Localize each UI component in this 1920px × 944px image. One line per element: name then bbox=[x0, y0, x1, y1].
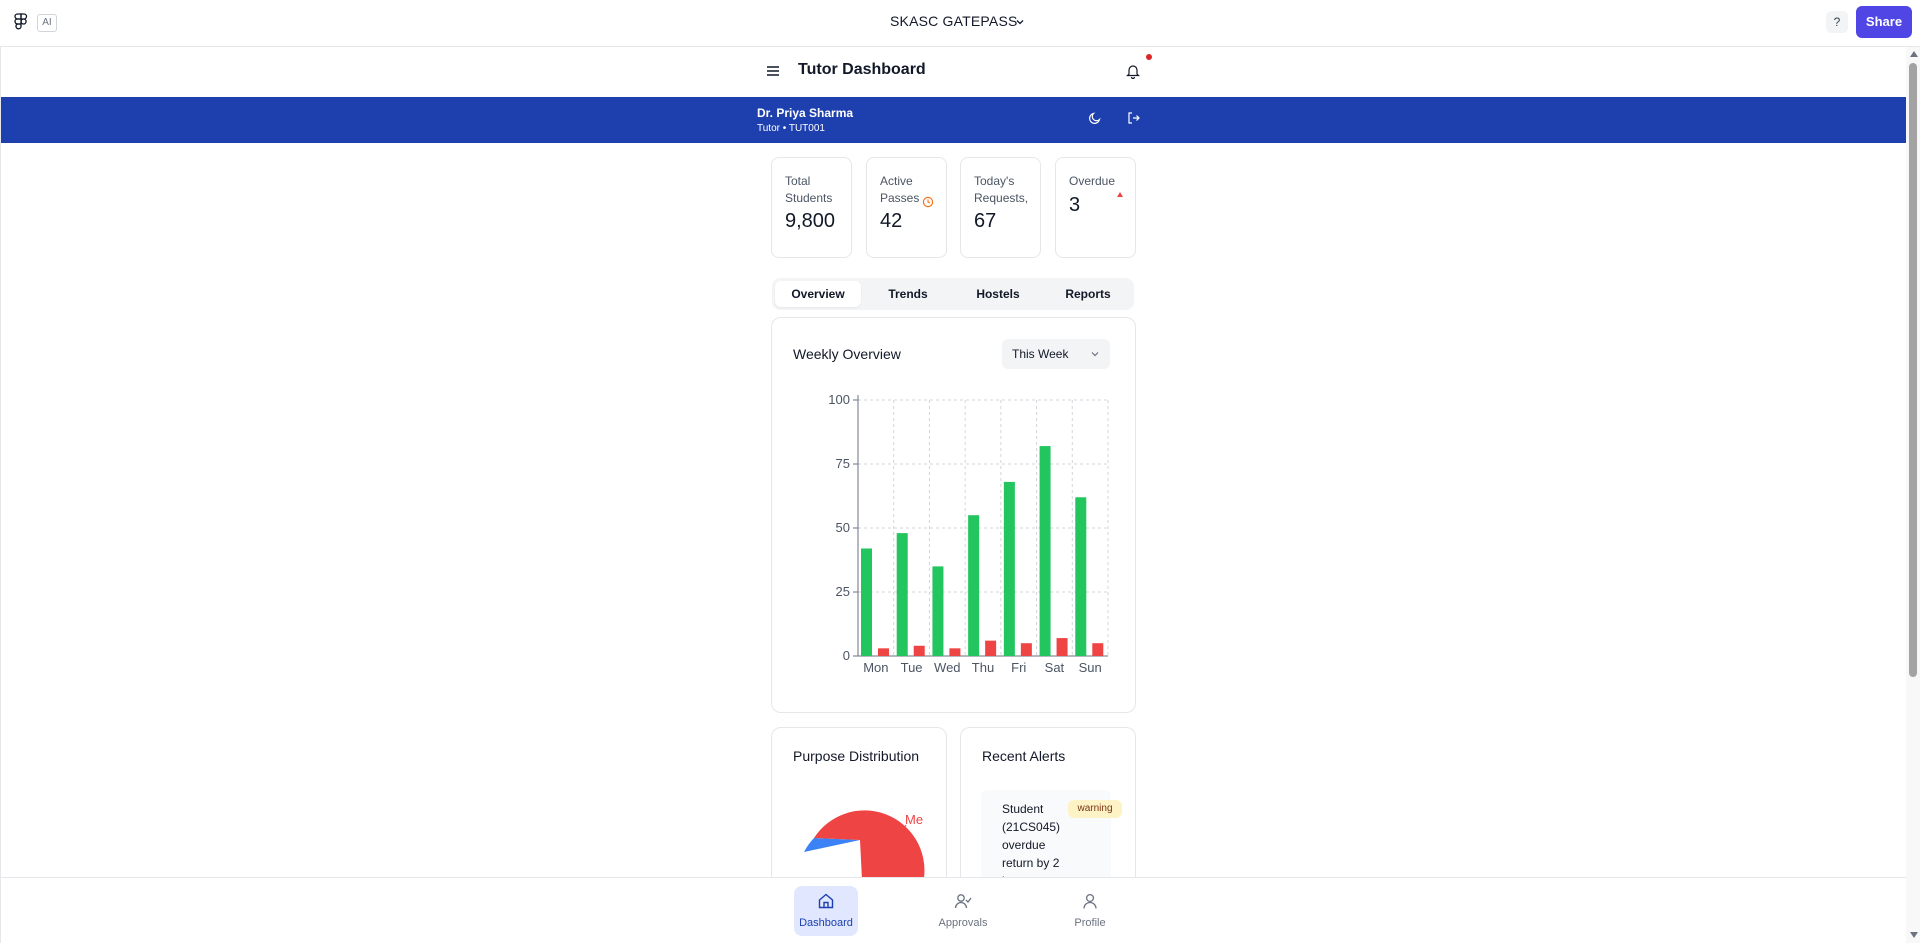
y-tick-label: 100 bbox=[828, 392, 850, 407]
help-button[interactable]: ? bbox=[1826, 11, 1848, 33]
scroll-down-arrow[interactable] bbox=[1910, 932, 1918, 938]
x-tick-label: Thu bbox=[972, 660, 994, 675]
stat-card-active-passes: Active Passes 42 bbox=[866, 157, 947, 258]
ai-badge[interactable]: AI bbox=[37, 14, 57, 32]
purpose-pie-chart bbox=[804, 810, 925, 880]
bar-sat-series-1 bbox=[1039, 446, 1051, 656]
x-tick-label: Mon bbox=[863, 660, 888, 675]
stat-value: 3 bbox=[1069, 194, 1081, 216]
nav-label: Approvals bbox=[938, 917, 988, 929]
moon-icon[interactable] bbox=[1088, 111, 1102, 125]
bar-fri-series-2 bbox=[1020, 643, 1032, 656]
y-tick-label: 25 bbox=[836, 584, 850, 599]
x-tick-label: Sat bbox=[1045, 660, 1065, 675]
bar-thu-series-2 bbox=[985, 640, 997, 656]
stat-card-overdue: Overdue 3 bbox=[1055, 157, 1136, 258]
y-tick-label: 0 bbox=[843, 648, 850, 663]
share-button[interactable]: Share bbox=[1856, 6, 1912, 38]
bar-fri-series-1 bbox=[1003, 481, 1015, 656]
x-tick-label: Wed bbox=[934, 660, 961, 675]
page-title: Tutor Dashboard bbox=[798, 61, 926, 78]
x-tick-label: Sun bbox=[1079, 660, 1102, 675]
bar-thu-series-1 bbox=[968, 515, 980, 656]
period-select[interactable]: This Week bbox=[1002, 339, 1110, 369]
stat-card-todays-requests: Today's Requests, 67 bbox=[960, 157, 1041, 258]
user-banner bbox=[1, 97, 1906, 143]
recent-alerts-title: Recent Alerts bbox=[982, 748, 1066, 764]
nav-approvals[interactable]: Approvals bbox=[931, 886, 995, 936]
tab-bar: Overview Trends Hostels Reports bbox=[772, 278, 1134, 310]
stat-label: Active Passes bbox=[880, 174, 920, 205]
bar-sun-series-2 bbox=[1092, 643, 1104, 656]
clock-icon bbox=[922, 196, 934, 208]
project-title[interactable]: SKASC GATEPASS bbox=[890, 13, 1018, 29]
bar-tue-series-2 bbox=[913, 645, 925, 656]
pie-slice-label: Me bbox=[905, 812, 924, 827]
user-role: Tutor • TUT001 bbox=[757, 123, 825, 134]
pie-slice-blue bbox=[804, 838, 860, 852]
bar-sat-series-2 bbox=[1056, 638, 1068, 656]
stat-value: 42 bbox=[880, 210, 903, 232]
nav-dashboard[interactable]: Dashboard bbox=[794, 886, 858, 936]
nav-label: Dashboard bbox=[799, 917, 853, 929]
nav-label: Profile bbox=[1074, 917, 1106, 929]
stat-label: Overdue bbox=[1069, 174, 1116, 188]
weekly-bar-chart: 0 25 50 75 100 Mon Tue Wed Thu Fri Sat Sun bbox=[828, 392, 1109, 675]
chevron-down-icon bbox=[1091, 352, 1099, 357]
period-select-value: This Week bbox=[1012, 347, 1069, 361]
bar-wed-series-1 bbox=[932, 566, 944, 656]
home-icon bbox=[818, 893, 834, 909]
tab-hostels[interactable]: Hostels bbox=[955, 281, 1041, 307]
scrollbar-thumb[interactable] bbox=[1909, 63, 1917, 677]
tab-trends[interactable]: Trends bbox=[865, 281, 951, 307]
hamburger-menu-icon[interactable] bbox=[766, 64, 780, 78]
bar-tue-series-1 bbox=[896, 533, 908, 656]
x-tick-label: Tue bbox=[901, 660, 923, 675]
stat-card-total-students: Total Students 9,800 bbox=[771, 157, 852, 258]
app-header bbox=[1, 47, 1906, 97]
trend-up-icon bbox=[1117, 192, 1123, 197]
y-tick-label: 50 bbox=[836, 520, 850, 535]
bar-mon-series-1 bbox=[861, 548, 872, 656]
nav-profile[interactable]: Profile bbox=[1058, 886, 1122, 936]
notification-dot bbox=[1146, 54, 1152, 60]
user-check-icon bbox=[954, 894, 972, 909]
figma-logo-icon[interactable] bbox=[14, 13, 28, 31]
purpose-distribution-title: Purpose Distribution bbox=[793, 748, 920, 764]
top-bar: AI SKASC GATEPASS ? Share bbox=[0, 0, 1920, 47]
bar-mon-series-2 bbox=[878, 648, 889, 656]
logout-icon[interactable] bbox=[1127, 111, 1141, 125]
alert-level-badge: warning bbox=[1068, 800, 1122, 818]
scroll-up-arrow[interactable] bbox=[1910, 51, 1918, 57]
user-name: Dr. Priya Sharma bbox=[757, 106, 854, 120]
weekly-overview-title: Weekly Overview bbox=[793, 346, 901, 362]
stat-label: Total Students bbox=[785, 174, 833, 205]
stat-label: Today's Requests, bbox=[974, 174, 1029, 205]
bell-icon[interactable] bbox=[1126, 63, 1140, 79]
y-tick-label: 75 bbox=[836, 456, 850, 471]
stat-value: 9,800 bbox=[785, 210, 836, 232]
bar-wed-series-2 bbox=[949, 648, 961, 656]
bar-sun-series-1 bbox=[1075, 497, 1087, 656]
tab-reports[interactable]: Reports bbox=[1045, 281, 1131, 307]
stat-value: 67 bbox=[974, 210, 997, 232]
user-icon bbox=[1083, 893, 1097, 909]
tab-overview[interactable]: Overview bbox=[775, 281, 861, 307]
x-tick-label: Fri bbox=[1011, 660, 1026, 675]
chevron-down-icon[interactable] bbox=[1014, 16, 1026, 28]
